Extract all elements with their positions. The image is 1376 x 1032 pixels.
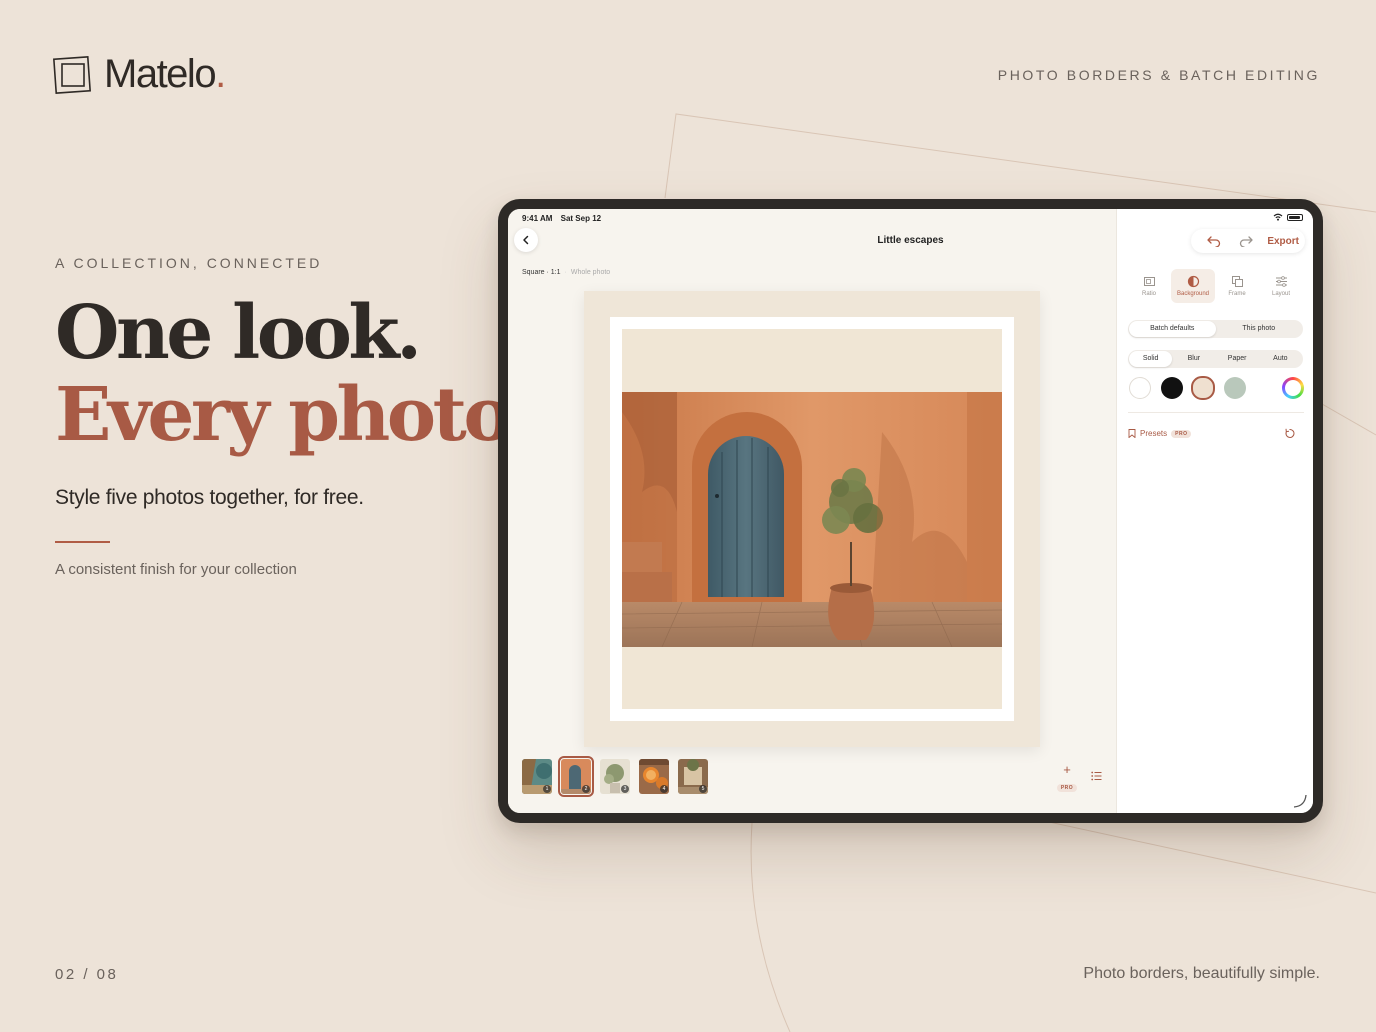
list-icon[interactable] — [1091, 771, 1102, 781]
header-tagline: PHOTO BORDERS & BATCH EDITING — [997, 67, 1320, 83]
add-photo-button[interactable]: + PRO — [1056, 762, 1078, 794]
reset-icon[interactable] — [1284, 428, 1295, 439]
frame-icon — [1231, 276, 1243, 287]
inspector-panel: Export Ratio Background Frame Layout Bat… — [1116, 209, 1313, 813]
thumbnail-number: 3 — [621, 785, 629, 793]
presets-button[interactable]: Presets PRO — [1128, 429, 1192, 438]
tab-layout[interactable]: Layout — [1259, 269, 1303, 303]
hero-headline: One look. Every photo. — [55, 290, 534, 458]
tablet-device: 9:41 AM Sat Sep 12 Square · 1:1 · Whole ph… — [498, 199, 1323, 823]
panel-divider — [1128, 412, 1304, 413]
tab-ratio[interactable]: Ratio — [1127, 269, 1171, 303]
page-indicator: 02 / 08 — [55, 966, 119, 983]
undo-button[interactable] — [1199, 232, 1229, 250]
color-picker-button[interactable] — [1282, 377, 1304, 399]
thumbnail-number: 5 — [699, 785, 707, 793]
redo-button[interactable] — [1231, 232, 1261, 250]
segment-blur[interactable]: Blur — [1172, 351, 1215, 367]
battery-icon — [1287, 213, 1303, 221]
wifi-icon — [1273, 213, 1283, 221]
ratio-icon — [1143, 277, 1155, 286]
tab-label: Background — [1176, 291, 1210, 297]
tool-tabs: Ratio Background Frame Layout — [1127, 269, 1303, 303]
brand: Matelo . — [53, 54, 226, 94]
pro-badge: PRO — [1056, 784, 1078, 792]
headline-line-2: Every photo. — [55, 372, 534, 458]
tab-frame[interactable]: Frame — [1215, 269, 1259, 303]
format-breadcrumb: Square · 1:1 · Whole photo — [522, 269, 611, 276]
headline-line-1: One look. — [55, 290, 422, 376]
app-screen: 9:41 AM Sat Sep 12 Square · 1:1 · Whole ph… — [508, 209, 1313, 813]
swatch-white[interactable] — [1129, 377, 1151, 399]
background-type-control: Solid Blur Paper Auto — [1128, 350, 1303, 368]
export-button[interactable]: Export — [1267, 236, 1299, 247]
hero-eyebrow: A COLLECTION, CONNECTED — [55, 255, 323, 271]
photo-background — [622, 329, 1002, 709]
segment-this-photo[interactable]: This photo — [1216, 321, 1303, 337]
swatch-sage[interactable] — [1224, 377, 1246, 399]
segment-paper[interactable]: Paper — [1216, 351, 1259, 367]
doorway-photo — [622, 392, 1002, 647]
crumb-mode[interactable]: Whole photo — [571, 269, 610, 276]
segment-auto[interactable]: Auto — [1259, 351, 1302, 367]
thumbnail-number: 2 — [582, 785, 590, 793]
canvas-area: 9:41 AM Sat Sep 12 Square · 1:1 · Whole ph… — [508, 209, 1116, 813]
layout-icon — [1275, 276, 1287, 287]
status-indicators — [1273, 213, 1303, 221]
photo-canvas[interactable] — [584, 291, 1040, 747]
tab-label: Frame — [1228, 291, 1246, 297]
swatch-black[interactable] — [1161, 377, 1183, 399]
thumbnail-number: 1 — [543, 785, 551, 793]
segment-batch-defaults[interactable]: Batch defaults — [1129, 321, 1216, 337]
brand-logo-icon — [53, 56, 91, 94]
status-date: Sat Sep 12 — [560, 214, 602, 223]
crumb-ratio[interactable]: Square · 1:1 — [522, 269, 561, 276]
scope-segmented-control: Batch defaults This photo — [1128, 320, 1303, 338]
presets-label: Presets — [1140, 429, 1168, 438]
photo-frame — [610, 317, 1014, 721]
tab-label: Layout — [1271, 291, 1290, 297]
photo-image[interactable] — [622, 392, 1002, 647]
thumbnail-5[interactable]: 5 — [678, 759, 708, 794]
thumbnail-1[interactable]: 1 — [522, 759, 552, 794]
redo-icon — [1240, 236, 1253, 247]
pro-badge: PRO — [1171, 429, 1192, 438]
brand-name: Matelo — [104, 52, 217, 96]
thumbnail-2[interactable]: 2 — [558, 756, 594, 797]
accent-divider — [55, 541, 110, 543]
status-time: 9:41 AM — [522, 214, 553, 223]
brand-dot: . — [215, 52, 227, 96]
tab-background[interactable]: Background — [1171, 269, 1215, 303]
resize-handle-icon[interactable] — [1293, 794, 1307, 808]
hero-caption: A consistent finish for your collection — [55, 561, 297, 578]
plus-icon: + — [1063, 762, 1071, 777]
thumbnail-4[interactable]: 4 — [639, 759, 669, 794]
thumbnail-number: 4 — [660, 785, 668, 793]
thumbnail-strip: 1 2 3 4 5 — [522, 756, 708, 797]
background-icon — [1187, 275, 1199, 288]
color-swatches — [1128, 376, 1304, 401]
tab-label: Ratio — [1141, 291, 1156, 297]
thumbnail-3[interactable]: 3 — [600, 759, 630, 794]
segment-solid[interactable]: Solid — [1129, 351, 1173, 367]
swatch-cream[interactable] — [1191, 376, 1215, 400]
undo-icon — [1207, 236, 1221, 247]
status-bar: 9:41 AM Sat Sep 12 — [522, 214, 607, 223]
hero-subtitle: Style five photos together, for free. — [55, 486, 364, 509]
bookmark-icon — [1128, 429, 1136, 438]
edit-toolbar: Export — [1191, 229, 1305, 253]
footer-tagline: Photo borders, beautifully simple. — [1083, 965, 1320, 982]
